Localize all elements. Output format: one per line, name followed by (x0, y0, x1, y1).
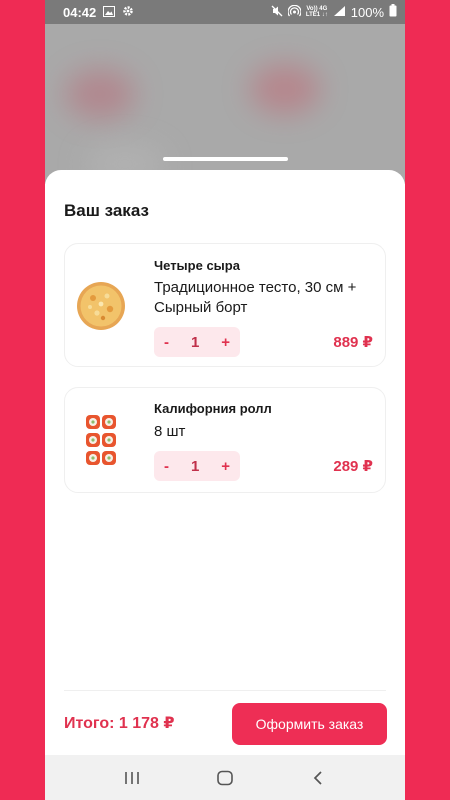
back-button[interactable] (298, 763, 338, 793)
system-nav-bar (45, 755, 405, 800)
quantity-value: 1 (190, 457, 200, 475)
blurred-item (250, 64, 320, 114)
signal-icon (333, 5, 346, 20)
back-icon (314, 770, 322, 785)
status-bar: 04:42 Vo)) 4G LTE1 ↓↑ 100% (45, 0, 405, 24)
status-time: 04:42 (63, 4, 97, 20)
settings-gear-icon (122, 5, 134, 20)
item-description: 8 шт (154, 423, 186, 440)
sheet-title: Ваш заказ (64, 201, 149, 220)
item-price: 289 ₽ (333, 458, 373, 475)
phone-screen: 04:42 Vo)) 4G LTE1 ↓↑ 100% Ваш заказ Чет… (45, 0, 405, 800)
order-total: Итого: 1 178 ₽ (64, 715, 175, 732)
quantity-value: 1 (190, 333, 200, 351)
order-item-card: Калифорния ролл 8 шт - 1 + 289 ₽ (64, 387, 386, 493)
checkout-button[interactable]: Оформить заказ (232, 703, 387, 745)
decrease-button[interactable]: - (164, 334, 169, 351)
item-name: Калифорния ролл (154, 401, 272, 416)
quantity-stepper: - 1 + (154, 451, 240, 481)
network-type-bottom: LTE1 ↓↑ (305, 12, 328, 18)
recent-apps-button[interactable] (112, 763, 152, 793)
battery-icon (389, 4, 397, 20)
order-sheet: Ваш заказ Четыре сыра Традиционное тесто… (45, 170, 405, 755)
sheet-drag-handle[interactable] (163, 157, 288, 161)
decrease-button[interactable]: - (164, 458, 169, 475)
order-item-card: Четыре сыра Традиционное тесто, 30 см + … (64, 243, 386, 367)
home-button[interactable] (205, 763, 245, 793)
increase-button[interactable]: + (221, 458, 230, 475)
sushi-roll-image (73, 403, 129, 479)
network-type: Vo)) 4G LTE1 ↓↑ (306, 6, 328, 18)
home-icon (217, 770, 233, 785)
mute-icon (271, 5, 283, 20)
hotspot-icon (287, 4, 302, 20)
gallery-icon (103, 5, 116, 20)
battery-percent: 100% (350, 4, 384, 20)
item-description: Традиционное тесто, 30 см + Сырный борт (154, 279, 357, 316)
quantity-stepper: - 1 + (154, 327, 240, 357)
increase-button[interactable]: + (221, 334, 230, 351)
item-name: Четыре сыра (154, 258, 240, 273)
recent-apps-icon (124, 771, 139, 784)
item-price: 889 ₽ (333, 334, 373, 351)
footer-divider (64, 690, 386, 691)
pizza-image (73, 268, 129, 344)
blurred-item (65, 69, 135, 119)
